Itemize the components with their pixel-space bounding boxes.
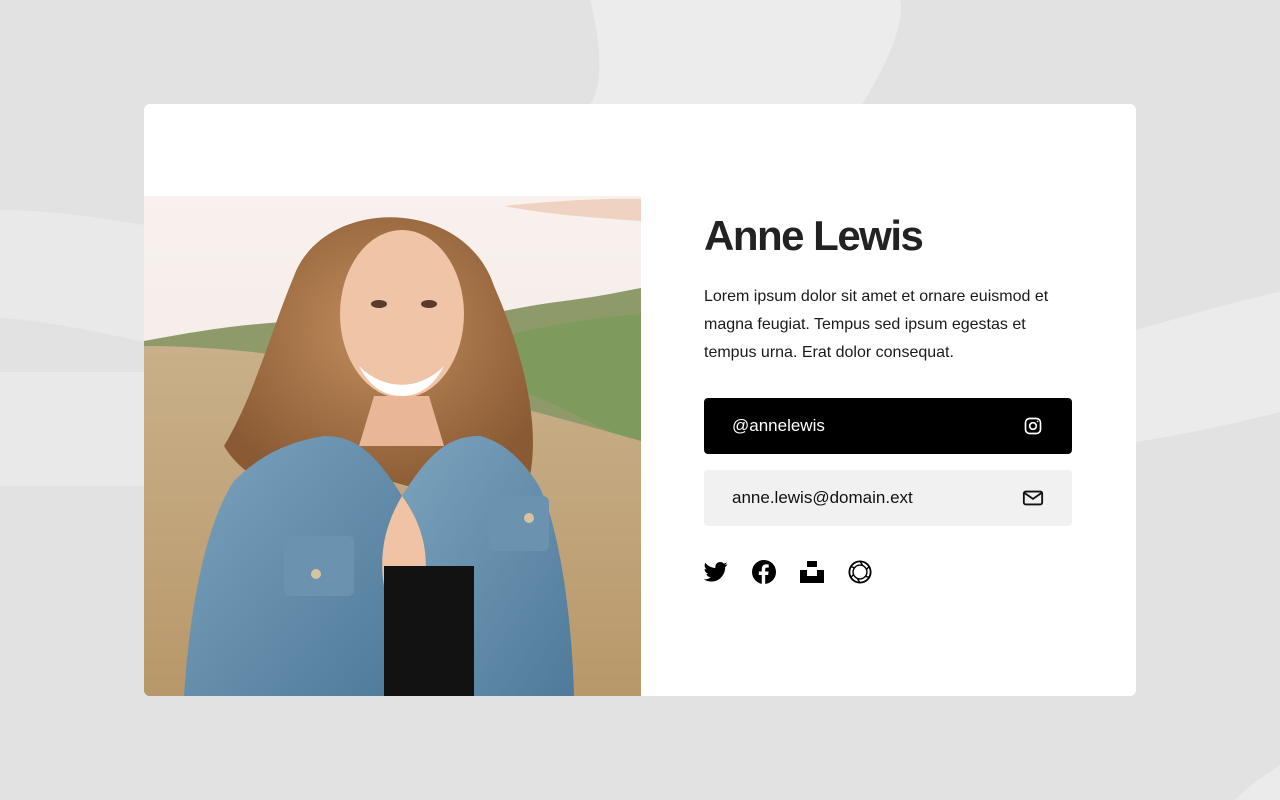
facebook-icon[interactable] bbox=[752, 560, 776, 584]
profile-bio: Lorem ipsum dolor sit amet et ornare eui… bbox=[704, 288, 1049, 361]
email-button[interactable]: anne.lewis@domain.ext bbox=[704, 470, 1072, 526]
unsplash-icon[interactable] bbox=[800, 560, 824, 584]
aperture-icon[interactable] bbox=[848, 560, 872, 584]
mail-icon bbox=[1022, 487, 1044, 509]
instagram-button[interactable]: @annelewis bbox=[704, 398, 1072, 454]
email-address: anne.lewis@domain.ext bbox=[732, 488, 913, 507]
twitter-icon[interactable] bbox=[704, 560, 728, 584]
social-links bbox=[704, 560, 872, 584]
profile-name: Anne Lewis bbox=[704, 212, 924, 259]
profile-photo bbox=[144, 196, 641, 696]
instagram-handle: @annelewis bbox=[732, 416, 825, 435]
instagram-icon bbox=[1022, 415, 1044, 437]
profile-card: Anne Lewis Lorem ipsum dolor sit amet et… bbox=[144, 104, 1136, 696]
